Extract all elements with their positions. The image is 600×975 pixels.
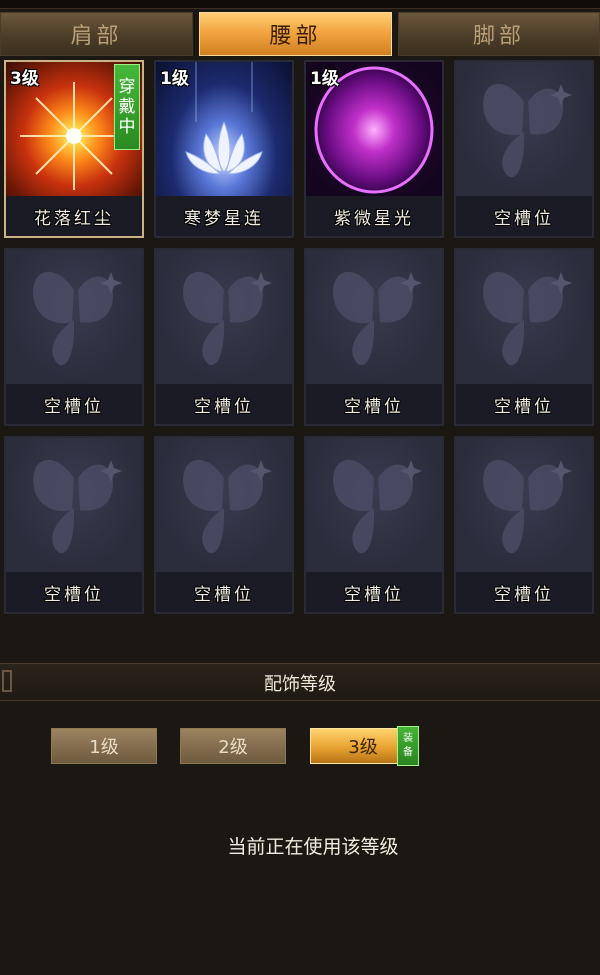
tab-waist[interactable]: 腰部	[199, 12, 392, 56]
slot-name: 空槽位	[156, 572, 292, 612]
slot-item[interactable]: 空槽位	[4, 248, 144, 426]
equipped-badge-label: 装备	[403, 733, 413, 758]
tab-feet[interactable]: 脚部	[398, 12, 600, 56]
butterfly-icon	[456, 438, 592, 572]
status-message: 当前正在使用该等级	[227, 836, 399, 858]
slot-name: 空槽位	[456, 196, 592, 236]
top-border	[0, 0, 600, 9]
slot-level: 3级	[10, 69, 39, 89]
slot-level: 1级	[310, 69, 339, 89]
butterfly-icon	[306, 250, 442, 384]
butterfly-icon	[156, 438, 292, 572]
butterfly-icon	[306, 438, 442, 572]
butterfly-icon	[456, 62, 592, 196]
slot-item[interactable]: 1级 紫微星光	[304, 60, 444, 238]
slot-item[interactable]: 空槽位	[454, 248, 594, 426]
butterfly-icon	[6, 438, 142, 572]
slot-name: 空槽位	[456, 384, 592, 424]
butterfly-icon	[156, 250, 292, 384]
level-1-button[interactable]: 1级	[51, 728, 157, 764]
slot-item[interactable]: 空槽位	[304, 436, 444, 614]
slot-level: 1级	[160, 69, 189, 89]
slot-item[interactable]: 空槽位	[454, 60, 594, 238]
butterfly-icon	[456, 250, 592, 384]
slot-name: 空槽位	[306, 384, 442, 424]
slot-name: 寒梦星连	[156, 196, 292, 236]
butterfly-icon	[6, 250, 142, 384]
slot-name: 空槽位	[456, 572, 592, 612]
slot-item[interactable]: 1级 寒梦星连	[154, 60, 294, 238]
tab-bar: 肩部 腰部 脚部	[0, 12, 600, 58]
slot-name: 空槽位	[156, 384, 292, 424]
slot-item[interactable]: 空槽位	[154, 436, 294, 614]
section-title: 配饰等级	[264, 674, 336, 695]
wearing-badge: 穿戴中	[114, 64, 140, 150]
wearing-label: 穿戴中	[118, 77, 136, 137]
slot-name: 空槽位	[6, 572, 142, 612]
slot-name: 花落红尘	[6, 196, 142, 236]
slot-item[interactable]: 空槽位	[454, 436, 594, 614]
slot-name: 空槽位	[306, 572, 442, 612]
slot-item[interactable]: 空槽位	[304, 248, 444, 426]
slot-item[interactable]: 3级 穿戴中 花落红尘	[4, 60, 144, 238]
level-2-button[interactable]: 2级	[180, 728, 286, 764]
slot-name: 空槽位	[6, 384, 142, 424]
equipped-badge: 装备	[397, 726, 419, 766]
slot-name: 紫微星光	[306, 196, 442, 236]
slot-item[interactable]: 空槽位	[4, 436, 144, 614]
tab-shoulder[interactable]: 肩部	[0, 12, 193, 56]
section-header: 配饰等级	[0, 663, 600, 701]
slot-item[interactable]: 空槽位	[154, 248, 294, 426]
